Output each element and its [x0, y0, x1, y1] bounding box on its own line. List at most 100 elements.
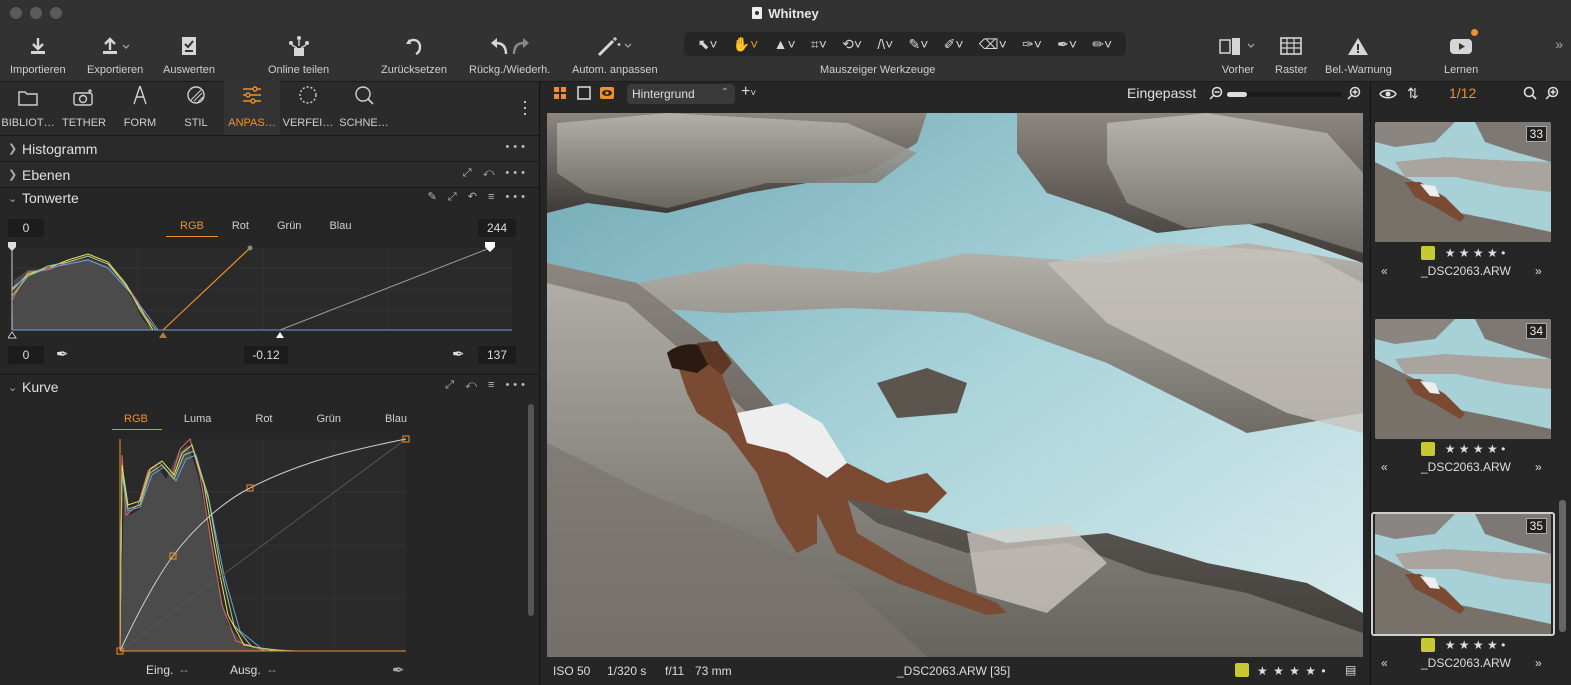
info-icon[interactable]: ▤: [1345, 663, 1356, 677]
tab-tether[interactable]: TETHER: [56, 81, 112, 135]
color-tag[interactable]: [1420, 246, 1435, 260]
main-photo[interactable]: [547, 113, 1363, 657]
before-button[interactable]: Vorher: [1218, 32, 1258, 76]
white-picker-icon[interactable]: ✒: [452, 345, 465, 363]
eye-icon[interactable]: [1379, 87, 1397, 103]
close-window-button[interactable]: [10, 7, 22, 19]
star-rating[interactable]: ★ ★ ★ ★ •: [1257, 664, 1327, 678]
curve-channel-blue[interactable]: Blau: [363, 413, 421, 430]
levels-input-low[interactable]: 0: [8, 346, 44, 364]
levels-channel-green[interactable]: Grün: [263, 220, 315, 237]
loupe-stamp-icon[interactable]: ▲˅: [774, 36, 796, 52]
grid-button[interactable]: Raster: [1275, 32, 1307, 76]
next-variant-icon[interactable]: »: [1535, 460, 1542, 474]
learn-button[interactable]: Lernen: [1444, 32, 1478, 76]
levels-graph[interactable]: [8, 240, 516, 344]
tab-style[interactable]: STIL: [168, 81, 224, 135]
curve-input-value: --: [180, 663, 188, 677]
share-online-button[interactable]: Online teilen: [268, 32, 329, 76]
heal-icon[interactable]: ✐˅: [944, 36, 964, 53]
eraser-icon[interactable]: ⌫˅: [979, 36, 1007, 53]
curve-channel-luma[interactable]: Luma: [162, 413, 234, 430]
next-variant-icon[interactable]: »: [1535, 656, 1542, 670]
select-cursor-icon[interactable]: ⬉˅: [698, 36, 718, 53]
previous-variant-icon[interactable]: «: [1381, 656, 1388, 670]
black-picker-icon[interactable]: ✒: [56, 345, 69, 363]
import-button[interactable]: Importieren: [10, 32, 66, 76]
color-tag[interactable]: [1235, 663, 1249, 677]
toolbar-overflow-icon[interactable]: »: [1555, 36, 1563, 52]
section-actions[interactable]: ⤢ ↶ •••: [463, 167, 529, 180]
section-actions[interactable]: ⤢ ↶ ≡ •••: [445, 379, 529, 392]
more-options-icon[interactable]: · · ·: [522, 92, 528, 122]
curve-graph[interactable]: [116, 435, 412, 657]
color-tag[interactable]: [1420, 638, 1435, 652]
zoom-thumbnails-icon[interactable]: [1545, 86, 1559, 103]
section-actions[interactable]: ✎ ⤢ ↶ ≡ •••: [428, 190, 529, 204]
background-select[interactable]: Hintergrund: [627, 84, 735, 104]
wb-picker-icon[interactable]: ✒˅: [1057, 36, 1077, 53]
tab-adjust[interactable]: ANPAS…: [224, 81, 280, 135]
section-menu-icon[interactable]: •••: [505, 141, 529, 153]
thumbnail-selected[interactable]: 35: [1375, 514, 1551, 634]
star-rating[interactable]: ★ ★ ★ ★ •: [1445, 246, 1506, 260]
levels-output-low[interactable]: 0: [8, 219, 44, 237]
levels-output-high[interactable]: 244: [478, 219, 516, 237]
layers-section-header[interactable]: ❯ Ebenen ⤢ ↶ •••: [0, 162, 539, 188]
star-rating[interactable]: ★ ★ ★ ★ •: [1445, 442, 1506, 456]
import-icon: [28, 32, 48, 60]
export-button[interactable]: Exportieren: [87, 32, 143, 76]
levels-panel: ⌄ Tonwerte ✎ ⤢ ↶ ≡ ••• RGB Rot Grün Blau…: [0, 188, 539, 374]
levels-channel-red[interactable]: Rot: [218, 220, 263, 237]
tab-form[interactable]: FORM: [112, 81, 168, 135]
auto-adjust-button[interactable]: Autom. anpassen: [572, 32, 658, 76]
previous-variant-icon[interactable]: «: [1381, 460, 1388, 474]
levels-channel-blue[interactable]: Blau: [315, 220, 365, 237]
previous-variant-icon[interactable]: «: [1381, 264, 1388, 278]
tab-library[interactable]: BIBLIOT…: [0, 81, 56, 135]
single-view-icon[interactable]: [577, 86, 591, 103]
curve-channel-red[interactable]: Rot: [233, 413, 294, 430]
next-variant-icon[interactable]: »: [1535, 264, 1542, 278]
star-rating[interactable]: ★ ★ ★ ★ •: [1445, 638, 1506, 652]
color-tag[interactable]: [1420, 442, 1435, 456]
tab-refine[interactable]: VERFEI…: [280, 81, 336, 135]
minimize-window-button[interactable]: [30, 7, 42, 19]
histogram-section-header[interactable]: ❯ Histogramm •••: [0, 136, 539, 162]
crop-icon[interactable]: ⌗˅: [811, 36, 827, 53]
zoom-out-icon[interactable]: [1209, 86, 1223, 103]
proof-view-icon[interactable]: [599, 86, 615, 103]
pan-hand-icon[interactable]: ✋˅: [733, 36, 759, 53]
brush-icon[interactable]: ✎˅: [909, 36, 929, 53]
curve-channel-rgb[interactable]: RGB: [112, 413, 162, 430]
picker-icon[interactable]: ✑˅: [1022, 36, 1042, 53]
levels-section-header[interactable]: ⌄ Tonwerte ✎ ⤢ ↶ ≡ •••: [0, 188, 539, 208]
reset-button[interactable]: Zurücksetzen: [381, 32, 447, 76]
zoom-window-button[interactable]: [50, 7, 62, 19]
curve-channel-green[interactable]: Grün: [295, 413, 363, 430]
levels-midtone[interactable]: -0.12: [244, 346, 288, 364]
zoom-in-icon[interactable]: [1347, 86, 1361, 103]
tools-panel: BIBLIOT… TETHER FORM STIL ANPAS… VERFEI……: [0, 81, 540, 685]
search-icon[interactable]: [1523, 86, 1537, 103]
undo-redo-button[interactable]: Rückg./Wiederh.: [469, 32, 550, 76]
exposure-warning-button[interactable]: Bel.-Warnung: [1325, 32, 1392, 76]
grid-view-icon[interactable]: [553, 86, 567, 103]
browser-scrollbar[interactable]: [1559, 500, 1566, 632]
thumbnail[interactable]: 34: [1375, 319, 1551, 439]
thumbnail[interactable]: 33: [1375, 122, 1551, 242]
chevron-right-icon: ❯: [8, 143, 18, 155]
add-view-icon[interactable]: +˅: [741, 83, 756, 101]
panel-scrollbar[interactable]: [528, 404, 534, 616]
levels-input-high[interactable]: 137: [478, 346, 516, 364]
keystone-icon[interactable]: /\˅: [877, 36, 893, 52]
curve-section-header[interactable]: ⌄ Kurve ⤢ ↶ ≡ •••: [0, 375, 539, 399]
tab-search[interactable]: SCHNE…: [336, 81, 392, 135]
sort-icon[interactable]: ⇅: [1407, 85, 1419, 102]
rotate-icon[interactable]: ⟲˅: [842, 36, 862, 53]
evaluate-button[interactable]: Auswerten: [163, 32, 215, 76]
zoom-slider[interactable]: [1227, 92, 1342, 97]
curve-picker-icon[interactable]: ✒: [392, 661, 405, 679]
annotate-icon[interactable]: ✏˅: [1092, 36, 1112, 53]
levels-channel-rgb[interactable]: RGB: [166, 220, 218, 237]
